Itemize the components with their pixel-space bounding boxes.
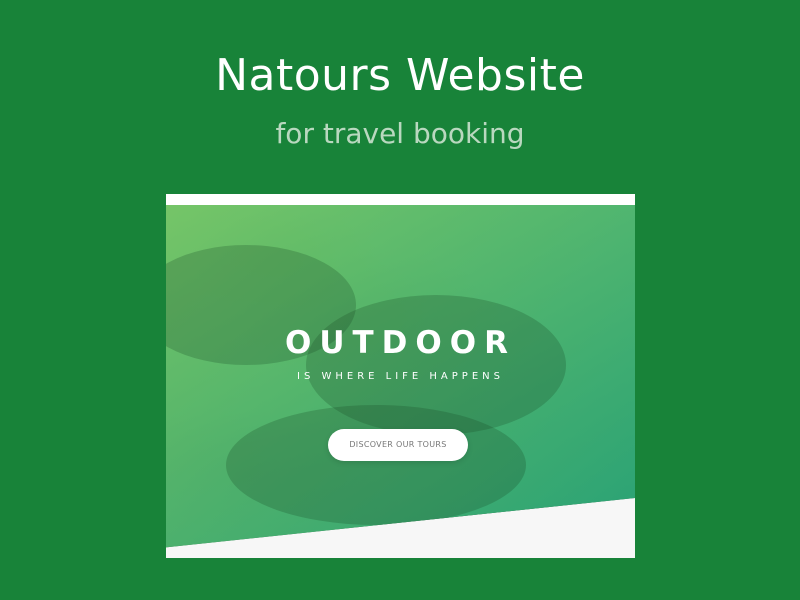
preview-top-strip xyxy=(166,194,635,205)
page-title: Natours Website xyxy=(215,50,585,101)
mountain-ridge-lower xyxy=(226,405,526,525)
website-preview: OUTDOOR IS WHERE LIFE HAPPENS DISCOVER O… xyxy=(166,194,635,558)
discover-tours-button[interactable]: DISCOVER OUR TOURS xyxy=(328,429,468,461)
hero-heading: OUTDOOR xyxy=(285,325,516,361)
hero-section: OUTDOOR IS WHERE LIFE HAPPENS DISCOVER O… xyxy=(166,205,635,548)
page-subtitle: for travel booking xyxy=(275,117,525,150)
hero-subheading: IS WHERE LIFE HAPPENS xyxy=(297,371,504,382)
